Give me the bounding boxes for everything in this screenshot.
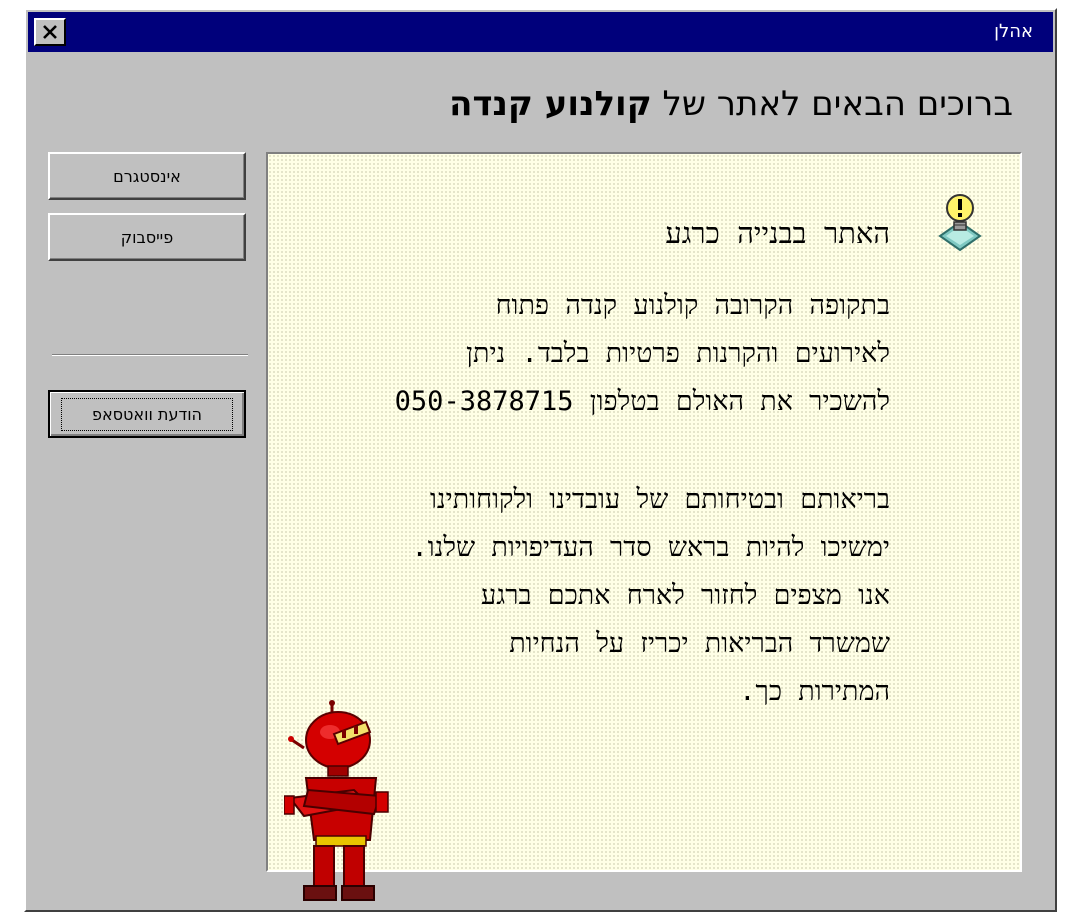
instagram-button-label: אינסטגרם [113, 166, 181, 186]
paragraph-health-notice: בריאותם ובטיחותם של עובדינו ולקוחותינו י… [330, 476, 890, 716]
title-brand: קולנוע קנדה [449, 84, 652, 124]
whatsapp-message-button[interactable]: הודעת וואטסאפ [48, 390, 246, 438]
facebook-button-label: פייסבוק [120, 227, 174, 247]
text-line: המתירות כך. [739, 676, 890, 707]
page-title: ברוכים הבאים לאתר של קולנוע קנדה [449, 84, 1013, 124]
dialog-window: אהלן ברוכים הבאים לאתר של קולנוע קנדה אי… [24, 8, 1057, 912]
paragraph-rental-info: בתקופה הקרובה קולנוע קנדה פתוח לאירועים … [330, 282, 890, 426]
text-line: שמשרד הבריאות יכריז על הנחיות [509, 628, 890, 659]
panel-body: בתקופה הקרובה קולנוע קנדה פתוח לאירועים … [330, 282, 890, 766]
title-prefix: ברוכים הבאים לאתר של [651, 84, 1013, 124]
text-line: אנו מצפים לחזור לארח אתכם ברגע [481, 580, 890, 611]
robot-assistant-icon[interactable] [284, 700, 394, 910]
sidebar-divider [52, 354, 248, 356]
text-line: להשכיר את האולם בטלפון 050-3878715 [394, 386, 890, 417]
text-line: בתקופה הקרובה קולנוע קנדה פתוח [495, 290, 890, 321]
window-title: אהלן [994, 21, 1033, 42]
lightbulb-icon [938, 194, 982, 252]
panel-heading: האתר בבנייה כרגע [665, 216, 890, 250]
close-icon [43, 25, 57, 39]
text-line: לאירועים והקרנות פרטיות בלבד. ניתן [466, 338, 890, 369]
instagram-button[interactable]: אינסטגרם [48, 152, 246, 200]
whatsapp-button-label: הודעת וואטסאפ [61, 397, 233, 431]
text-line: בריאותם ובטיחותם של עובדינו ולקוחותינו [429, 484, 890, 515]
title-bar[interactable]: אהלן [28, 12, 1053, 52]
text-line: ימשיכו להיות בראש סדר העדיפויות שלנו. [411, 532, 890, 563]
facebook-button[interactable]: פייסבוק [48, 213, 246, 261]
close-button[interactable] [34, 18, 66, 46]
